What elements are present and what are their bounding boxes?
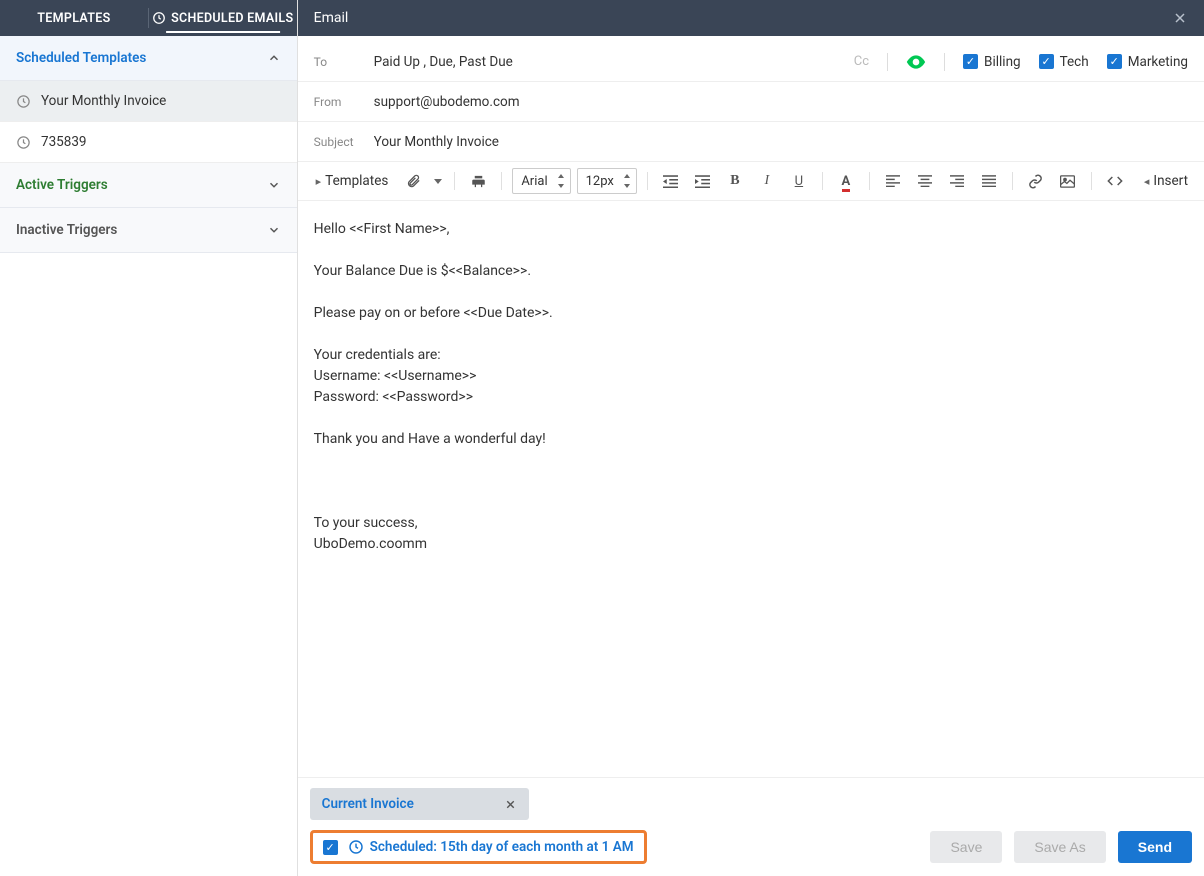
editor-toolbar: Templates Arial 12px	[298, 162, 1204, 201]
checkbox-label: Marketing	[1128, 54, 1188, 70]
checkbox-label: Billing	[984, 54, 1021, 70]
checkbox-tech[interactable]: ✓ Tech	[1039, 54, 1089, 70]
send-button[interactable]: Send	[1118, 831, 1192, 863]
main-panel: Email To Cc ✓ Billing	[298, 0, 1204, 876]
schedule-box: ✓ Scheduled: 15th day of each month at 1…	[310, 830, 647, 864]
checkbox-icon: ✓	[1107, 54, 1122, 69]
chevron-down-icon	[267, 223, 281, 237]
sidebar-group-active-triggers[interactable]: Active Triggers	[0, 163, 297, 208]
checkbox-billing[interactable]: ✓ Billing	[963, 54, 1021, 70]
templates-dropdown[interactable]: Templates	[310, 173, 395, 189]
from-input[interactable]	[374, 94, 1188, 110]
save-button[interactable]: Save	[930, 831, 1002, 863]
align-right-icon[interactable]	[944, 168, 970, 194]
italic-icon[interactable]: I	[754, 168, 780, 194]
sidebar: TEMPLATES SCHEDULED EMAILS Scheduled Tem…	[0, 0, 298, 876]
eye-icon[interactable]	[906, 55, 926, 69]
sidebar-group-title: Inactive Triggers	[16, 222, 267, 238]
align-left-icon[interactable]	[880, 168, 906, 194]
checkbox-icon: ✓	[1039, 54, 1054, 69]
sidebar-item-label: 735839	[41, 134, 87, 150]
print-icon[interactable]	[465, 168, 491, 194]
align-center-icon[interactable]	[912, 168, 938, 194]
sidebar-item-monthly-invoice[interactable]: Your Monthly Invoice	[0, 81, 297, 122]
to-label: To	[314, 55, 374, 69]
attachment-icon[interactable]	[400, 168, 426, 194]
align-justify-icon[interactable]	[976, 168, 1002, 194]
checkbox-label: Tech	[1060, 54, 1089, 70]
tab-templates[interactable]: TEMPLATES	[0, 0, 148, 36]
from-label: From	[314, 95, 374, 109]
from-row: From	[298, 82, 1204, 122]
font-size-select[interactable]: 12px	[577, 168, 637, 194]
email-body[interactable]: Hello <<First Name>>, Your Balance Due i…	[298, 201, 1204, 777]
attachment-bar: Current Invoice	[298, 778, 1204, 822]
tab-templates-label: TEMPLATES	[37, 11, 110, 26]
subject-row: Subject	[298, 122, 1204, 162]
close-icon[interactable]	[1172, 10, 1188, 26]
sidebar-tabs: TEMPLATES SCHEDULED EMAILS	[0, 0, 297, 36]
footer-row: ✓ Scheduled: 15th day of each month at 1…	[298, 822, 1204, 876]
checkbox-marketing[interactable]: ✓ Marketing	[1107, 54, 1188, 70]
schedule-checkbox[interactable]: ✓	[323, 840, 338, 855]
panel-title: Email	[314, 10, 1172, 26]
sidebar-group-scheduled-templates[interactable]: Scheduled Templates	[0, 36, 297, 81]
main-header: Email	[298, 0, 1204, 36]
indent-icon[interactable]	[690, 168, 716, 194]
checkbox-icon: ✓	[963, 54, 978, 69]
insert-dropdown[interactable]: Insert	[1140, 173, 1192, 189]
tab-scheduled-label: SCHEDULED EMAILS	[171, 11, 293, 26]
sidebar-item-735839[interactable]: 735839	[0, 122, 297, 163]
tab-scheduled-emails[interactable]: SCHEDULED EMAILS	[149, 0, 297, 36]
sidebar-group-title: Active Triggers	[16, 177, 267, 193]
link-icon[interactable]	[1023, 168, 1049, 194]
sidebar-item-label: Your Monthly Invoice	[41, 93, 166, 109]
chevron-up-icon	[267, 51, 281, 65]
code-icon[interactable]	[1102, 168, 1128, 194]
underline-icon[interactable]: U	[786, 168, 812, 194]
remove-attachment-icon[interactable]	[504, 798, 517, 811]
clock-icon	[16, 135, 31, 150]
bold-icon[interactable]: B	[722, 168, 748, 194]
sidebar-group-inactive-triggers[interactable]: Inactive Triggers	[0, 208, 297, 253]
save-as-button[interactable]: Save As	[1014, 831, 1105, 863]
subject-input[interactable]	[374, 134, 1188, 150]
schedule-text: Scheduled: 15th day of each month at 1 A…	[370, 839, 634, 855]
outdent-icon[interactable]	[658, 168, 684, 194]
font-family-select[interactable]: Arial	[512, 168, 570, 194]
attachment-chip[interactable]: Current Invoice	[310, 788, 529, 820]
to-input[interactable]	[374, 54, 854, 70]
attachment-name: Current Invoice	[322, 796, 414, 812]
email-form: To Cc ✓ Billing ✓ Tech	[298, 36, 1204, 162]
clock-icon	[16, 94, 31, 109]
schedule-link[interactable]: Scheduled: 15th day of each month at 1 A…	[348, 839, 634, 855]
clock-icon	[348, 839, 364, 855]
attachment-dropdown-icon[interactable]	[432, 168, 444, 194]
sidebar-group-title: Scheduled Templates	[16, 50, 267, 66]
to-row: To Cc ✓ Billing ✓ Tech	[298, 42, 1204, 82]
footer-area: Current Invoice ✓ Scheduled: 15th day of…	[298, 777, 1204, 876]
cc-button[interactable]: Cc	[854, 54, 869, 69]
chevron-down-icon	[267, 178, 281, 192]
subject-label: Subject	[314, 135, 374, 149]
font-color-icon[interactable]: A	[833, 168, 859, 194]
image-icon[interactable]	[1055, 168, 1081, 194]
clock-icon	[152, 11, 166, 25]
